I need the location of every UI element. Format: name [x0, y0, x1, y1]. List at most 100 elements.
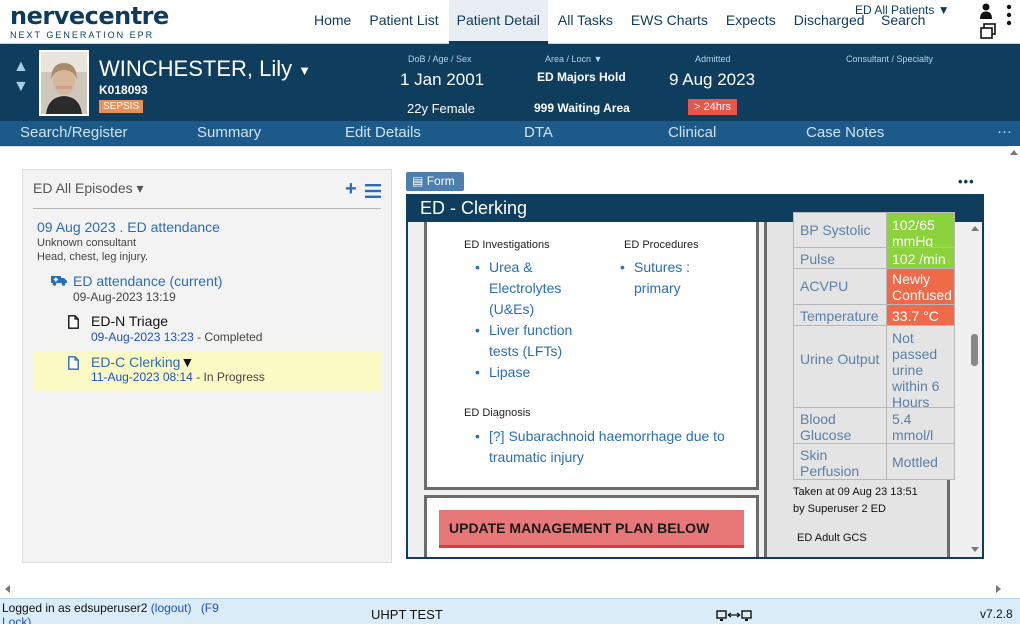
- avatar-image: [41, 52, 87, 114]
- length-of-stay-badge: > 24hrs: [688, 99, 737, 115]
- obs-row-pulse: Pulse 102 /min: [793, 247, 955, 269]
- form-icon: ▤: [412, 174, 424, 188]
- patient-age-sex: 22y Female: [407, 101, 475, 116]
- document-icon: [68, 315, 79, 329]
- gcs-section-title: ED Adult GCS: [797, 532, 867, 544]
- top-navigation: nervecentre NEXT GENERATION EPR Home Pat…: [0, 0, 1020, 44]
- obs-label: Urine Output: [794, 326, 887, 407]
- patient-area: ED Majors Hold: [537, 70, 626, 84]
- patient-dob: 1 Jan 2001: [400, 70, 485, 89]
- patient-location: 999 Waiting Area: [534, 101, 630, 115]
- sepsis-badge[interactable]: SEPSIS: [99, 100, 144, 113]
- nav-home[interactable]: Home: [306, 0, 359, 44]
- dob-label: DoB / Age / Sex: [408, 54, 472, 64]
- management-plan-card: UPDATE MANAGEMENT PLAN BELOW: [424, 495, 759, 557]
- obs-row-urine-output: Urine Output Not passed urine within 6 H…: [793, 325, 955, 410]
- screens-icon[interactable]: [716, 610, 752, 622]
- environment-label: UHPT TEST: [371, 607, 443, 622]
- area-label[interactable]: Area / Locn ▼: [545, 54, 602, 64]
- obs-row-blood-glucose: Blood Glucose 5.4 mmol/l: [793, 407, 955, 444]
- tab-case-notes[interactable]: Case Notes: [806, 124, 884, 141]
- form-panel: ED - Clerking ED Investigations Urea &El…: [406, 194, 984, 559]
- obs-row-bp-systolic: BP Systolic 102/65 mmHg: [793, 212, 955, 249]
- down-arrow-icon[interactable]: ▼: [13, 77, 31, 97]
- clerking-form-name: ED-C Clerking: [91, 354, 181, 370]
- obs-value: 5.4 mmol/l: [892, 411, 934, 443]
- obs-value: 102 /min: [887, 248, 954, 268]
- nav-all-tasks[interactable]: All Tasks: [550, 0, 621, 44]
- nav-search[interactable]: Search: [881, 12, 925, 28]
- tab-search-register[interactable]: Search/Register: [20, 124, 128, 141]
- obs-row-skin-perfusion: Skin Perfusion Mottled: [793, 443, 955, 480]
- obs-row-acvpu: ACVPU Newly Confused: [793, 268, 955, 305]
- clerking-menu-caret[interactable]: ▼: [180, 354, 194, 370]
- nav-ews-charts[interactable]: EWS Charts: [623, 0, 716, 44]
- subnav-more-icon[interactable]: ···: [997, 123, 1012, 140]
- up-arrow-icon[interactable]: ▲: [13, 57, 31, 77]
- obs-value: Not passed urine within 6 Hours: [892, 330, 940, 410]
- obs-value: Newly Confused: [887, 269, 954, 304]
- add-episode-button[interactable]: +: [345, 178, 357, 201]
- nav-patient-detail[interactable]: Patient Detail: [448, 0, 548, 44]
- patient-banner: ▲ ▼ WINCHESTER, Lily ▼ K018093 SEPSIS DoB…: [0, 44, 1020, 121]
- obs-label: Blood Glucose: [794, 408, 887, 443]
- obs-taken-by: by Superuser 2 ED: [793, 503, 886, 515]
- clerking-form-status: - In Progress: [192, 370, 265, 384]
- form-more-icon[interactable]: •••: [958, 174, 975, 189]
- obs-taken-time: Taken at 09 Aug 23 13:51: [793, 486, 918, 498]
- horizontal-scrollbar[interactable]: [0, 580, 1020, 598]
- document-icon: [68, 356, 79, 370]
- attendance-title[interactable]: ED attendance (current): [73, 273, 222, 289]
- page-scrollbar[interactable]: [1008, 146, 1020, 580]
- diagnosis-list: [?] Subarachnoid haemorrhage due totraum…: [473, 426, 725, 468]
- clerking-form-title[interactable]: ED-C Clerking▼: [91, 354, 194, 370]
- logout-link[interactable]: (logout): [151, 601, 192, 615]
- nav-expects[interactable]: Expects: [718, 0, 784, 44]
- observations-panel: BP Systolic 102/65 mmHg Pulse 102 /min A…: [764, 212, 955, 557]
- ambulance-icon: [51, 276, 67, 286]
- version-label: v7.2.8: [980, 607, 1013, 621]
- tab-dta[interactable]: DTA: [524, 124, 553, 141]
- consultant-label: Consultant / Specialty: [846, 54, 934, 64]
- brand-tagline: NEXT GENERATION EPR: [10, 30, 155, 40]
- form-scrollbar[interactable]: [968, 222, 982, 557]
- lock-link-continued[interactable]: Lock): [2, 615, 31, 624]
- login-text: Logged in as edsuperuser2: [2, 601, 151, 615]
- management-plan-banner[interactable]: UPDATE MANAGEMENT PLAN BELOW: [439, 510, 744, 548]
- clerking-form-meta: 11-Aug-2023 08:14 - In Progress: [91, 370, 265, 384]
- nav-patient-list[interactable]: Patient List: [361, 0, 446, 44]
- brand-name: nervecentre: [10, 2, 169, 30]
- triage-form-title[interactable]: ED-N Triage: [91, 313, 168, 329]
- tab-edit-details[interactable]: Edit Details: [345, 124, 421, 141]
- obs-label: Pulse: [794, 248, 887, 268]
- episodes-panel: ED All Episodes ▾ + 09 Aug 2023 . ED att…: [22, 169, 392, 563]
- tab-clinical[interactable]: Clinical: [668, 124, 716, 141]
- investigations-list: Urea &Electrolytes(U&Es) Liver functiont…: [473, 257, 572, 383]
- hamburger-menu-icon[interactable]: [365, 184, 381, 198]
- obs-label: BP Systolic: [794, 213, 887, 247]
- obs-label: Temperature: [794, 305, 887, 325]
- episode-title[interactable]: 09 Aug 2023 . ED attendance: [37, 219, 220, 235]
- list-item[interactable]: Liver functiontests (LFTs): [473, 320, 572, 362]
- form-scrollbar-thumb[interactable]: [971, 334, 978, 366]
- patient-name[interactable]: WINCHESTER, Lily ▼: [99, 56, 311, 82]
- clerking-form-time: 11-Aug-2023 08:14: [91, 370, 193, 384]
- procedures-title: ED Procedures: [624, 239, 699, 251]
- patient-menu-caret[interactable]: ▼: [298, 63, 311, 78]
- tab-summary[interactable]: Summary: [197, 124, 261, 141]
- list-item[interactable]: [?] Subarachnoid haemorrhage due totraum…: [473, 426, 725, 468]
- patient-name-text: WINCHESTER, Lily: [99, 56, 293, 81]
- obs-label: ACVPU: [794, 269, 887, 304]
- episodes-filter[interactable]: ED All Episodes ▾: [33, 180, 144, 197]
- lock-link[interactable]: (F9: [201, 601, 219, 615]
- form-tab[interactable]: ▤ Form: [406, 172, 464, 191]
- obs-row-temperature: Temperature 33.7 °C: [793, 304, 955, 326]
- obs-label: Skin Perfusion: [794, 444, 887, 479]
- list-item[interactable]: Lipase: [473, 362, 572, 383]
- list-item[interactable]: Urea &Electrolytes(U&Es): [473, 257, 572, 320]
- window-icon[interactable]: [980, 23, 996, 39]
- user-icon[interactable]: [979, 3, 993, 19]
- list-item[interactable]: Sutures :primary: [618, 257, 690, 299]
- kebab-icon[interactable]: [1006, 4, 1012, 26]
- attendance-time: 09-Aug-2023 13:19: [73, 290, 176, 304]
